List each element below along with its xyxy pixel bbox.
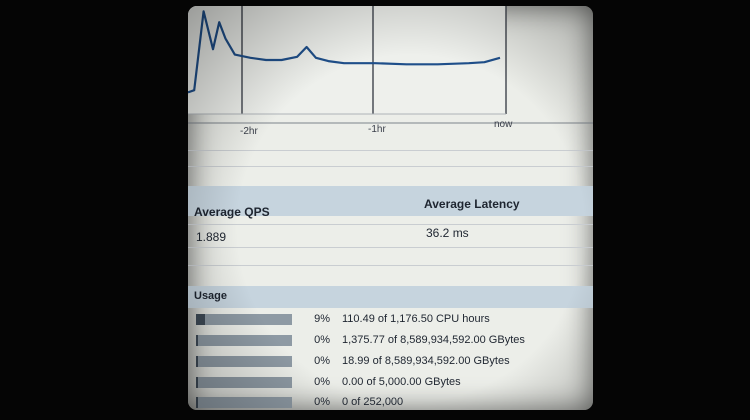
usage-row: 9% 110.49 of 1,176.50 CPU hours xyxy=(188,310,593,329)
x-tick-2hr: -2hr xyxy=(240,126,258,137)
usage-row: 0% 18.99 of 8,589,934,592.00 GBytes xyxy=(188,352,593,371)
x-tick-1hr: -1hr xyxy=(368,124,386,135)
usage-row: 0% 1,375.77 of 8,589,934,592.00 GBytes xyxy=(188,331,593,350)
usage-bar xyxy=(196,377,292,388)
latency-value: 36.2 ms xyxy=(426,226,469,240)
usage-fill xyxy=(196,314,205,325)
qps-value: 1.889 xyxy=(196,230,227,244)
usage-percent: 0% xyxy=(314,396,330,408)
usage-fill xyxy=(196,397,198,408)
usage-percent: 0% xyxy=(314,376,330,388)
usage-detail: 1,375.77 of 8,589,934,592.00 GBytes xyxy=(342,334,525,346)
qps-chart: -2hr -1hr now xyxy=(188,6,593,156)
usage-detail: 0.00 of 5,000.00 GBytes xyxy=(342,376,461,388)
usage-heading: Usage xyxy=(194,290,228,302)
usage-fill xyxy=(196,335,198,346)
latency-label: Average Latency xyxy=(424,197,520,211)
usage-percent: 0% xyxy=(314,334,330,346)
usage-bar xyxy=(196,356,292,367)
x-tick-now: now xyxy=(494,119,513,130)
usage-bar xyxy=(196,335,292,346)
usage-percent: 0% xyxy=(314,355,330,367)
usage-row: 0% 0.00 of 5,000.00 GBytes xyxy=(188,373,593,392)
usage-bar xyxy=(196,314,292,325)
usage-detail: 18.99 of 8,589,934,592.00 GBytes xyxy=(342,355,510,367)
usage-fill xyxy=(196,377,198,388)
divider xyxy=(188,265,593,266)
usage-percent: 9% xyxy=(314,313,330,325)
usage-bar xyxy=(196,397,292,408)
divider xyxy=(188,150,593,151)
usage-fill xyxy=(196,356,198,367)
divider xyxy=(188,224,593,225)
usage-detail: 110.49 of 1,176.50 CPU hours xyxy=(342,313,490,325)
usage-detail: 0 of 252,000 xyxy=(342,396,404,408)
qps-label: Average QPS xyxy=(194,205,270,219)
usage-header-band xyxy=(188,286,593,308)
divider xyxy=(188,247,593,248)
photo-frame: -2hr -1hr now Average QPS Average Latenc… xyxy=(188,6,593,410)
divider xyxy=(188,166,593,167)
usage-row: 0% 0 of 252,000 xyxy=(188,393,593,410)
